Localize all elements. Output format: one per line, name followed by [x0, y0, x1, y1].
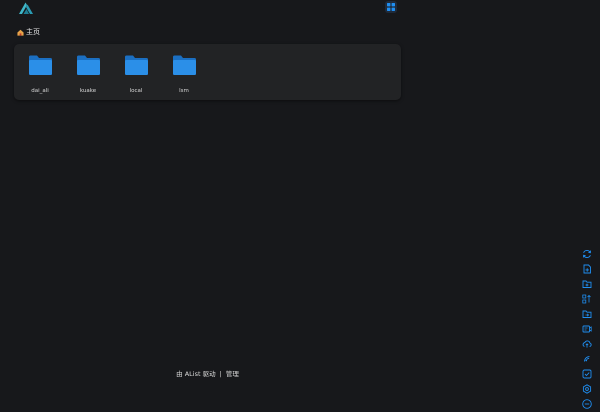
cast-icon	[582, 325, 592, 333]
offline-download-button[interactable]	[582, 354, 592, 364]
folder-name: dai_ali	[31, 88, 49, 94]
folder-icon	[124, 55, 148, 75]
folder-move-icon	[582, 310, 592, 318]
more-button[interactable]	[582, 399, 592, 409]
folder-icon	[172, 55, 196, 75]
upload-button[interactable]	[582, 339, 592, 349]
folder-item-dai-ali[interactable]: dai_ali	[20, 54, 60, 98]
settings-button[interactable]	[582, 384, 592, 394]
folder-icon	[76, 55, 100, 75]
folder-item-lsm[interactable]: lsm	[164, 54, 204, 98]
new-folder-button[interactable]	[582, 279, 592, 289]
settings-icon	[582, 384, 592, 394]
sort-icon	[582, 294, 591, 304]
folder-name: kuake	[79, 88, 97, 94]
upload-icon	[582, 340, 592, 348]
more-icon	[582, 399, 592, 409]
footer-separator: |	[219, 370, 222, 378]
folder-move-button[interactable]	[582, 309, 592, 319]
select-mode-button[interactable]	[582, 369, 592, 379]
cast-button[interactable]	[582, 324, 592, 334]
home-icon	[17, 29, 24, 36]
new-file-icon	[583, 264, 591, 274]
new-file-button[interactable]	[582, 264, 592, 274]
breadcrumb: 主页	[17, 26, 40, 38]
new-folder-icon	[582, 280, 592, 288]
folder-item-kuake[interactable]: kuake	[68, 54, 108, 98]
manage-link[interactable]: 管理	[226, 370, 239, 378]
folder-name: local	[129, 88, 143, 94]
refresh-button[interactable]	[582, 249, 592, 259]
footer: 由 AList 驱动 | 管理	[0, 368, 415, 378]
page: 主页 dai_ali kuake local lsm 由 AList 驱动 | …	[0, 0, 600, 412]
side-toolbar	[582, 249, 594, 409]
powered-by-link[interactable]: 由 AList 驱动	[176, 370, 215, 378]
folder-name: lsm	[179, 88, 189, 94]
refresh-icon	[582, 250, 592, 258]
grid-view-toggle-button[interactable]	[385, 1, 397, 13]
folder-icon	[28, 55, 52, 75]
breadcrumb-home-link[interactable]: 主页	[26, 27, 40, 37]
wifi-icon	[584, 356, 590, 362]
folder-item-local[interactable]: local	[116, 54, 156, 98]
file-list-panel: dai_ali kuake local lsm	[14, 44, 401, 100]
grid-icon	[387, 3, 395, 11]
sort-button[interactable]	[582, 294, 592, 304]
alist-logo-icon[interactable]	[17, 1, 35, 15]
checkbox-icon	[582, 369, 592, 379]
